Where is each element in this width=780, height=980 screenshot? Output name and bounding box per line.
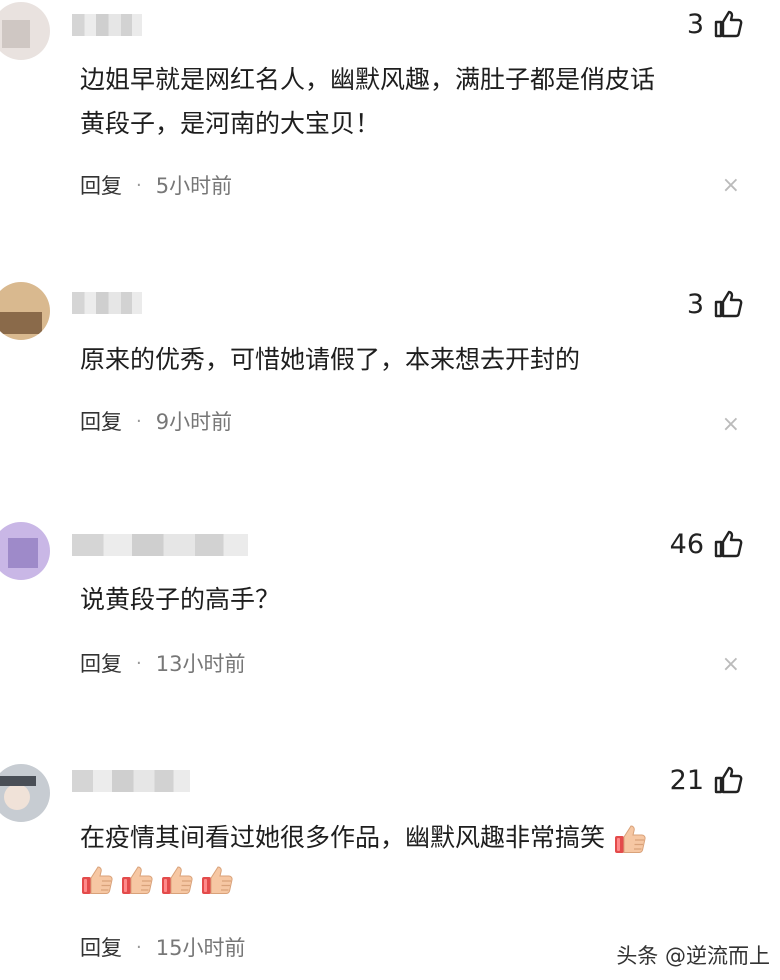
- thumbs-up-emoji-icon: [160, 862, 196, 898]
- meta-separator: ·: [136, 652, 142, 674]
- reply-button[interactable]: 回复: [80, 170, 122, 200]
- thumbs-up-emoji-icon: [613, 821, 649, 857]
- avatar[interactable]: [0, 764, 50, 822]
- username-blurred[interactable]: [72, 770, 190, 792]
- watermark: 头条 @逆流而上: [616, 944, 770, 968]
- like-count: 3: [686, 8, 704, 40]
- emoji-row: [80, 862, 236, 898]
- comment-time: 13小时前: [155, 652, 246, 676]
- like-button[interactable]: 46: [670, 528, 744, 560]
- comment-text-line: 原来的优秀，可惜她请假了，本来想去开封的: [80, 345, 581, 374]
- close-icon[interactable]: ×: [722, 414, 740, 436]
- thumbs-up-outline-icon: [712, 8, 744, 40]
- meta-separator: ·: [136, 410, 142, 432]
- like-button[interactable]: 21: [670, 764, 744, 796]
- avatar[interactable]: [0, 282, 50, 340]
- comment-text: 说黄段子的高手？: [80, 578, 750, 622]
- close-icon[interactable]: ×: [722, 175, 740, 197]
- username-blurred[interactable]: [72, 14, 142, 36]
- avatar[interactable]: [0, 2, 50, 60]
- comment-meta: 回复 · 5小时前: [80, 170, 232, 200]
- comment-text: 在疫情其间看过她很多作品，幽默风趣非常搞笑: [80, 816, 750, 860]
- reply-button[interactable]: 回复: [80, 406, 122, 436]
- thumbs-up-emoji-icon: [80, 862, 116, 898]
- comment-text-line: 边姐早就是网红名人，幽默风趣，满肚子都是俏皮话: [80, 65, 656, 94]
- like-count: 46: [669, 528, 704, 560]
- reply-button[interactable]: 回复: [80, 932, 122, 962]
- like-count: 3: [686, 288, 704, 320]
- comment-text-line: 在疫情其间看过她很多作品，幽默风趣非常搞笑: [80, 823, 606, 852]
- comment-text-line: 黄段子，是河南的大宝贝！: [80, 109, 381, 138]
- comment-meta: 回复 · 9小时前: [80, 406, 232, 436]
- close-icon[interactable]: ×: [722, 654, 740, 676]
- like-button[interactable]: 3: [687, 288, 744, 320]
- comment-time: 15小时前: [155, 936, 246, 960]
- comment-text: 原来的优秀，可惜她请假了，本来想去开封的: [80, 338, 750, 382]
- comment-meta: 回复 · 15小时前: [80, 932, 245, 962]
- thumbs-up-outline-icon: [712, 764, 744, 796]
- thumbs-up-outline-icon: [712, 528, 744, 560]
- reply-button[interactable]: 回复: [80, 648, 122, 678]
- like-count: 21: [669, 764, 704, 796]
- comment-text-line: 说黄段子的高手？: [80, 585, 281, 614]
- meta-separator: ·: [136, 936, 142, 958]
- thumbs-up-outline-icon: [712, 288, 744, 320]
- thumbs-up-emoji-icon: [120, 862, 156, 898]
- avatar[interactable]: [0, 522, 50, 580]
- username-blurred[interactable]: [72, 534, 248, 556]
- username-blurred[interactable]: [72, 292, 142, 314]
- thumbs-up-emoji-icon: [200, 862, 236, 898]
- comment-time: 9小时前: [155, 410, 233, 434]
- comment-time: 5小时前: [155, 174, 233, 198]
- comment-meta: 回复 · 13小时前: [80, 648, 245, 678]
- comment-text: 边姐早就是网红名人，幽默风趣，满肚子都是俏皮话 黄段子，是河南的大宝贝！: [80, 58, 750, 146]
- meta-separator: ·: [136, 174, 142, 196]
- like-button[interactable]: 3: [687, 8, 744, 40]
